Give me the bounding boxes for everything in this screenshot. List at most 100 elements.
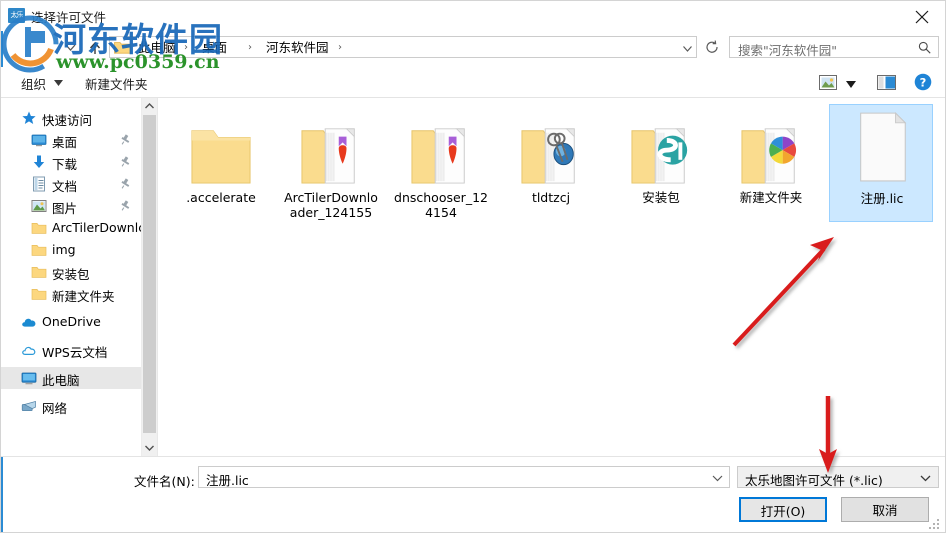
- app-icon: 太乐: [8, 8, 25, 23]
- file-item[interactable]: 安装包: [609, 104, 713, 222]
- resize-grip-icon[interactable]: [929, 517, 941, 529]
- scroll-down-button[interactable]: [142, 440, 157, 456]
- file-item[interactable]: ArcTilerDownloader_124155: [279, 104, 383, 222]
- sidebar-item-9[interactable]: OneDrive: [1, 311, 141, 333]
- filename-input[interactable]: 注册.lic: [198, 466, 730, 488]
- star-icon: [22, 111, 36, 124]
- view-layout-icon[interactable]: [819, 75, 837, 90]
- filetype-dropdown[interactable]: 太乐地图许可文件 (*.lic): [737, 466, 939, 488]
- pin-icon[interactable]: [120, 156, 131, 167]
- folder-icon: [521, 128, 575, 184]
- scrollbar-thumb[interactable]: [143, 115, 156, 433]
- breadcrumb-sep-1: ›: [248, 42, 252, 53]
- organize-button[interactable]: 组织: [15, 72, 52, 95]
- file-item[interactable]: dnschooser_124154: [389, 104, 493, 222]
- filename-value: 注册.lic: [206, 473, 249, 488]
- search-icon[interactable]: [918, 41, 931, 54]
- download-icon: [33, 155, 45, 168]
- file-label: 新建文件夹: [739, 190, 803, 205]
- folder-icon: [114, 42, 131, 54]
- scroll-up-button[interactable]: [142, 98, 157, 114]
- address-bar-row: 此电脑 › 桌面 › 河东软件园 › 搜索"河东软件园": [1, 33, 945, 61]
- pin-icon[interactable]: [120, 178, 131, 189]
- address-bar[interactable]: 此电脑 › 桌面 › 河东软件园 ›: [109, 36, 697, 58]
- file-icon-wrap: [499, 104, 603, 188]
- network-icon: [21, 400, 36, 412]
- file-item[interactable]: .accelerate: [169, 104, 273, 222]
- file-icon-wrap: [169, 104, 273, 188]
- onedrive-icon: [22, 318, 36, 327]
- close-button[interactable]: [899, 1, 945, 31]
- breadcrumb-item-0[interactable]: 此电脑: [138, 40, 176, 56]
- sidebar-item-label: 下载: [52, 157, 78, 172]
- folder-icon: [631, 128, 688, 184]
- file-label: 注册.lic: [860, 191, 904, 206]
- breadcrumb-item-1[interactable]: 桌面: [202, 40, 227, 56]
- sidebar-item-10[interactable]: WPS云文档: [1, 339, 141, 361]
- folder-icon: [741, 128, 797, 184]
- sidebar-item-8[interactable]: 新建文件夹: [1, 283, 141, 305]
- file-open-dialog: 太乐 选择许可文件 此电脑 › 桌面 › 河东软件园 › 搜索"河东软件园" 组…: [0, 0, 946, 533]
- new-folder-button[interactable]: 新建文件夹: [79, 72, 154, 95]
- file-item[interactable]: 新建文件夹: [719, 104, 823, 222]
- recent-locations-button[interactable]: [59, 33, 83, 61]
- sidebar-item-2[interactable]: 下载: [1, 151, 141, 173]
- file-item[interactable]: tldtzcj: [499, 104, 603, 222]
- help-icon[interactable]: ?: [914, 73, 932, 91]
- pin-icon[interactable]: [120, 200, 131, 211]
- breadcrumb-sep-2: ›: [338, 42, 342, 53]
- sidebar-item-4[interactable]: 图片: [1, 195, 141, 217]
- file-label: .accelerate: [186, 190, 256, 205]
- sidebar-item-label: 安装包: [52, 267, 90, 282]
- sidebar-item-label: 快速访问: [42, 113, 93, 128]
- caret-down-icon[interactable]: [846, 81, 856, 88]
- pictures-icon: [31, 200, 47, 212]
- sidebar-item-label: OneDrive: [42, 314, 101, 329]
- file-icon-wrap: [389, 104, 493, 188]
- chevron-down-icon[interactable]: [712, 474, 723, 482]
- folder-icon: [31, 245, 47, 256]
- file-item[interactable]: 注册.lic: [829, 104, 933, 222]
- close-icon: [915, 10, 929, 24]
- sidebar-item-7[interactable]: 安装包: [1, 261, 141, 283]
- breadcrumb-sep-0: ›: [184, 42, 188, 53]
- folder-icon: [411, 128, 465, 184]
- sidebar-item-0[interactable]: 快速访问: [1, 107, 141, 129]
- sidebar-item-3[interactable]: 文档: [1, 173, 141, 195]
- chevron-up-icon: [145, 103, 154, 109]
- preview-pane-icon[interactable]: [877, 75, 896, 90]
- cancel-button[interactable]: 取消: [841, 497, 929, 522]
- sidebar-item-label: 网络: [42, 401, 68, 416]
- sidebar-item-1[interactable]: 桌面: [1, 129, 141, 151]
- file-list-view[interactable]: .accelerate ArcTilerDownloader_124155 dnsc…: [158, 98, 945, 456]
- navigation-pane-scrollbar[interactable]: [141, 98, 157, 456]
- pin-icon[interactable]: [120, 134, 131, 145]
- window-title: 选择许可文件: [31, 10, 107, 25]
- caret-down-icon[interactable]: [54, 80, 63, 86]
- search-placeholder: 搜索"河东软件园": [738, 43, 837, 58]
- up-one-level-button[interactable]: [83, 33, 107, 61]
- folder-icon: [191, 130, 251, 184]
- file-label: dnschooser_124154: [394, 190, 488, 220]
- sidebar-item-label: 桌面: [52, 135, 78, 150]
- sidebar-item-6[interactable]: img: [1, 239, 141, 261]
- title-bar: 太乐 选择许可文件: [1, 1, 945, 31]
- navigation-pane: 快速访问桌面下载 文档 图片 ArcTilerDownlc img 安装包 新建文件夹 One…: [1, 98, 141, 456]
- sidebar-item-5[interactable]: ArcTilerDownlc: [1, 217, 141, 239]
- svg-text:?: ?: [920, 75, 927, 89]
- file-label: tldtzcj: [531, 190, 571, 205]
- refresh-button[interactable]: [701, 36, 723, 58]
- filetype-value: 太乐地图许可文件 (*.lic): [745, 473, 883, 488]
- address-dropdown-icon[interactable]: [682, 43, 693, 54]
- footer-divider: [1, 456, 945, 457]
- arrow-up-icon: [89, 41, 101, 54]
- chevron-down-icon: [65, 44, 76, 51]
- open-button[interactable]: 打开(O): [739, 497, 827, 522]
- chevron-down-icon: [145, 445, 154, 451]
- breadcrumb-item-2[interactable]: 河东软件园: [266, 40, 329, 56]
- sidebar-item-12[interactable]: 网络: [1, 395, 141, 417]
- search-input[interactable]: 搜索"河东软件园": [729, 36, 939, 58]
- folder-icon: [301, 128, 355, 184]
- chevron-down-icon[interactable]: [920, 474, 931, 482]
- sidebar-item-11[interactable]: 此电脑: [1, 367, 141, 389]
